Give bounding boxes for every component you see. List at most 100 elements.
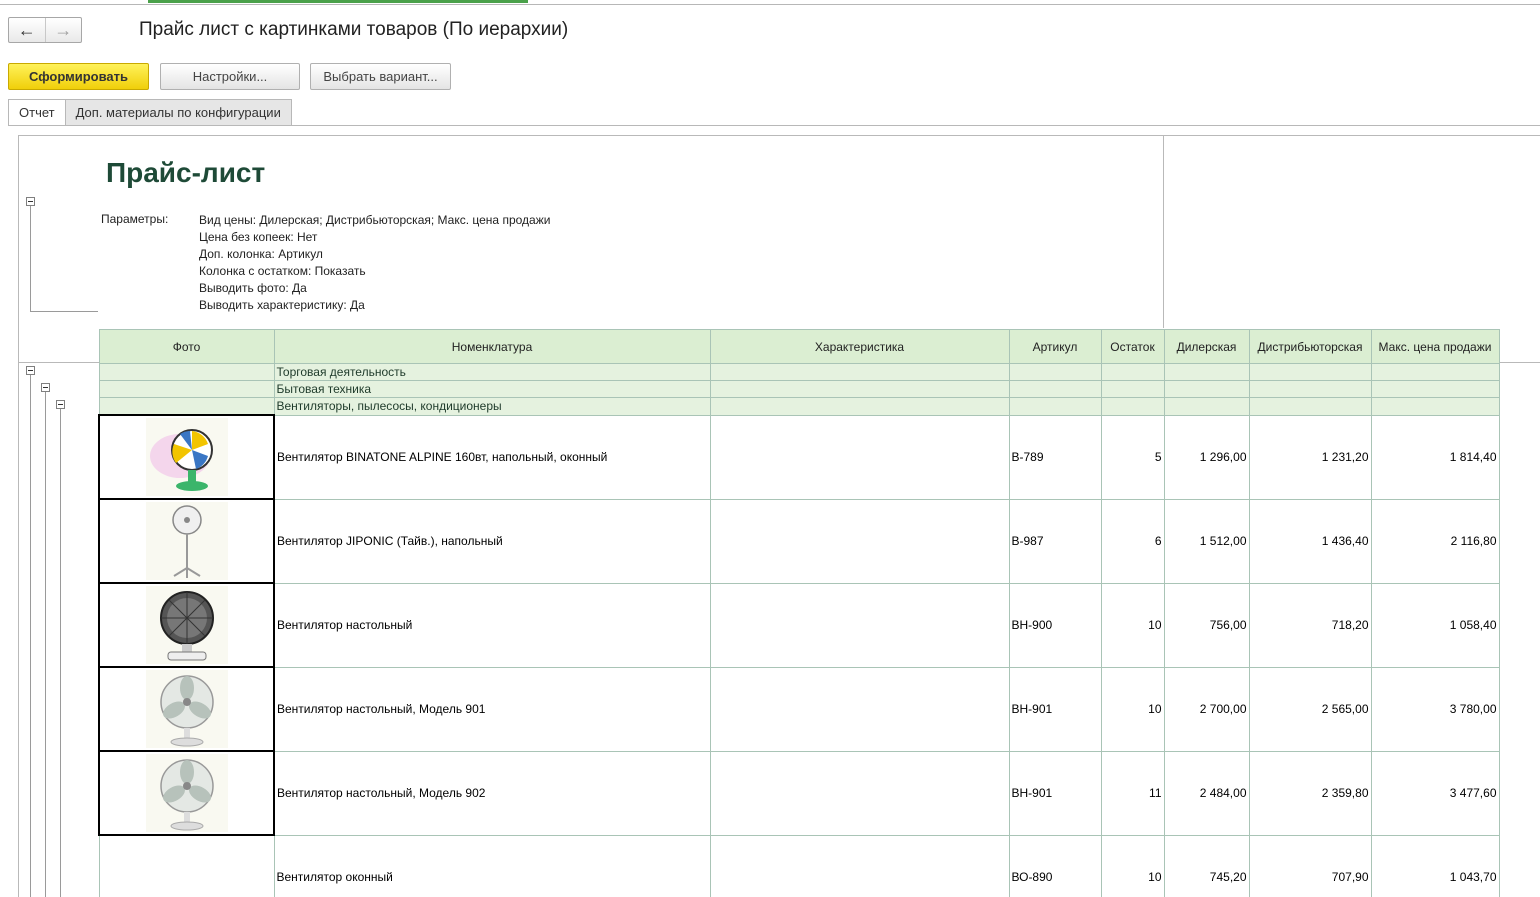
price-distributor: 718,20 xyxy=(1248,582,1372,668)
param-line: Доп. колонка: Артикул xyxy=(199,247,323,261)
table-row[interactable]: Вентилятор JIPONIC (Тайв.), напольный В-… xyxy=(98,498,1500,584)
column-header-characteristic: Характеристика xyxy=(709,329,1010,364)
product-photo-cell xyxy=(98,750,275,836)
column-header-name: Номенклатура xyxy=(273,329,711,364)
fan-desk-dark-icon xyxy=(145,586,228,664)
product-photo-cell xyxy=(98,582,275,668)
forward-arrow-icon[interactable]: → xyxy=(44,18,82,42)
group-label: Бытовая техника xyxy=(273,380,711,398)
group-label: Торговая деятельность xyxy=(273,363,711,381)
param-line: Вид цены: Дилерская; Дистрибьюторская; М… xyxy=(199,213,551,227)
price-table: Фото Номенклатура Характеристика Артикул… xyxy=(98,329,1500,897)
price-dealer: 745,20 xyxy=(1163,834,1250,897)
column-header-stock: Остаток xyxy=(1100,329,1165,364)
params-list: Вид цены: Дилерская; Дистрибьюторская; М… xyxy=(199,212,550,314)
choose-variant-button[interactable]: Выбрать вариант... xyxy=(310,63,451,90)
product-stock: 10 xyxy=(1100,666,1165,752)
table-row[interactable]: Вентилятор оконный ВО-890 10 745,20 707,… xyxy=(98,834,1500,897)
price-dealer: 1 512,00 xyxy=(1163,498,1250,584)
fan-floor-icon xyxy=(145,502,228,580)
report-tabs: Отчет Доп. материалы по конфигурации xyxy=(8,99,292,126)
collapse-group-1-icon[interactable] xyxy=(26,366,35,375)
fan-colorful-icon xyxy=(145,418,228,496)
product-article: В-789 xyxy=(1008,414,1102,500)
collapse-group-2-icon[interactable] xyxy=(41,383,50,392)
product-stock: 6 xyxy=(1100,498,1165,584)
collapse-group-3-icon[interactable] xyxy=(56,400,65,409)
product-article: ВН-900 xyxy=(1008,582,1102,668)
product-name: Вентилятор JIPONIC (Тайв.), напольный xyxy=(273,498,711,584)
group-row[interactable]: Вентиляторы, пылесосы, кондиционеры xyxy=(98,397,1500,416)
price-distributor: 1 231,20 xyxy=(1248,414,1372,500)
group-line xyxy=(30,311,98,312)
group-row[interactable]: Бытовая техника xyxy=(98,380,1500,398)
price-dealer: 2 484,00 xyxy=(1163,750,1250,836)
tab-divider xyxy=(8,125,1540,126)
report-title: Прайс-лист xyxy=(106,157,266,188)
price-max: 1 043,70 xyxy=(1370,834,1500,897)
table-row[interactable]: Вентилятор настольный, Модель 902 ВН-901… xyxy=(98,750,1500,836)
price-distributor: 1 436,40 xyxy=(1248,498,1372,584)
table-row[interactable]: Вентилятор BINATONE ALPINE 160вт, наполь… xyxy=(98,414,1500,500)
product-photo-cell xyxy=(98,666,275,752)
param-line: Цена без копеек: Нет xyxy=(199,230,318,244)
collapse-header-icon[interactable] xyxy=(26,197,35,206)
product-characteristic xyxy=(709,750,1010,836)
group-line xyxy=(30,202,31,312)
product-name: Вентилятор оконный xyxy=(273,834,711,897)
column-header-distributor: Дистрибьюторская xyxy=(1248,329,1372,364)
navigation-buttons: ← → xyxy=(8,17,82,43)
product-article: В-987 xyxy=(1008,498,1102,584)
product-stock: 11 xyxy=(1100,750,1165,836)
report-sheet[interactable]: Прайс-лист Параметры: Вид цены: Дилерска… xyxy=(18,135,1540,897)
product-characteristic xyxy=(709,666,1010,752)
table-row[interactable]: Вентилятор настольный, Модель 901 ВН-901… xyxy=(98,666,1500,752)
product-name: Вентилятор настольный xyxy=(273,582,711,668)
price-max: 1 058,40 xyxy=(1370,582,1500,668)
param-line: Колонка с остатком: Показать xyxy=(199,264,366,278)
price-dealer: 2 700,00 xyxy=(1163,666,1250,752)
product-photo-cell xyxy=(98,498,275,584)
price-dealer: 1 296,00 xyxy=(1163,414,1250,500)
price-distributor: 2 565,00 xyxy=(1248,666,1372,752)
price-max: 3 780,00 xyxy=(1370,666,1500,752)
settings-button[interactable]: Настройки... xyxy=(160,63,300,90)
column-header-article: Артикул xyxy=(1008,329,1102,364)
column-header-photo: Фото xyxy=(98,329,275,364)
group-row[interactable]: Торговая деятельность xyxy=(98,363,1500,381)
group-line xyxy=(30,375,31,897)
product-photo-cell xyxy=(98,414,275,500)
tab-extra-materials[interactable]: Доп. материалы по конфигурации xyxy=(64,99,292,126)
price-max: 2 116,80 xyxy=(1370,498,1500,584)
price-max: 3 477,60 xyxy=(1370,750,1500,836)
tab-report[interactable]: Отчет xyxy=(8,99,66,126)
product-characteristic xyxy=(709,414,1010,500)
product-stock: 10 xyxy=(1100,834,1165,897)
price-distributor: 707,90 xyxy=(1248,834,1372,897)
page-title: Прайс лист с картинками товаров (По иера… xyxy=(139,19,569,40)
group-label: Вентиляторы, пылесосы, кондиционеры xyxy=(273,397,711,416)
price-dealer: 756,00 xyxy=(1163,582,1250,668)
group-line xyxy=(60,409,61,897)
param-line: Выводить фото: Да xyxy=(199,281,307,295)
table-header-row: Фото Номенклатура Характеристика Артикул… xyxy=(98,329,1500,364)
fan-desk-icon xyxy=(145,670,228,748)
product-stock: 5 xyxy=(1100,414,1165,500)
column-header-dealer: Дилерская xyxy=(1163,329,1250,364)
product-name: Вентилятор настольный, Модель 902 xyxy=(273,750,711,836)
back-arrow-icon[interactable]: ← xyxy=(9,18,45,42)
fan-desk-icon xyxy=(145,754,228,832)
price-max: 1 814,40 xyxy=(1370,414,1500,500)
price-distributor: 2 359,80 xyxy=(1248,750,1372,836)
product-characteristic xyxy=(709,582,1010,668)
generate-button[interactable]: Сформировать xyxy=(8,63,149,90)
table-row[interactable]: Вентилятор настольный ВН-900 10 756,00 7… xyxy=(98,582,1500,668)
product-stock: 10 xyxy=(1100,582,1165,668)
params-label: Параметры: xyxy=(101,212,169,226)
group-line xyxy=(45,392,46,897)
product-characteristic xyxy=(709,498,1010,584)
column-header-max-price: Макс. цена продажи xyxy=(1370,329,1500,364)
product-article: ВН-901 xyxy=(1008,750,1102,836)
active-window-indicator xyxy=(148,0,528,3)
product-article: ВО-890 xyxy=(1008,834,1102,897)
